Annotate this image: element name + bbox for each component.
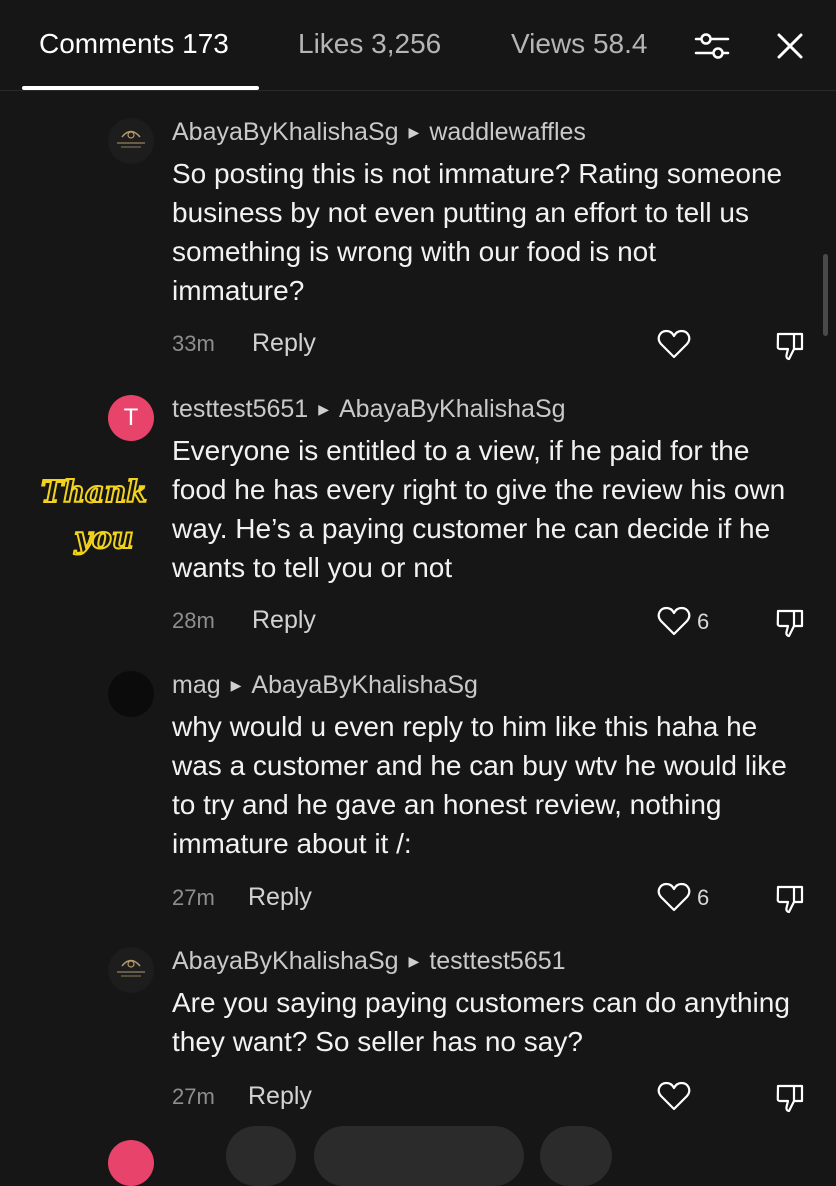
thumbs-down-icon[interactable] <box>774 882 806 914</box>
like-count: 6 <box>697 609 710 634</box>
next-comment-avatar[interactable] <box>108 1140 154 1186</box>
avatar[interactable] <box>108 118 154 164</box>
reply-button[interactable]: Reply <box>248 1082 312 1111</box>
comment-text: So posting this is not immature? Rating … <box>172 158 783 306</box>
reply-button[interactable]: Reply <box>248 883 312 912</box>
comment-text: Are you saying paying customers can do a… <box>172 987 790 1057</box>
comment-header: testtest5651 ▶ AbayaByKhalishaSg <box>172 395 566 424</box>
reply-arrow-icon: ▶ <box>230 677 242 693</box>
comment-time: 33m <box>172 331 215 356</box>
close-icon[interactable] <box>770 26 810 66</box>
sticker-you: you <box>73 521 133 556</box>
thumbs-down-icon[interactable] <box>774 606 806 638</box>
reply-to-user[interactable]: AbayaByKhalishaSg <box>339 395 566 423</box>
comment-text: Everyone is entitled to a view, if he pa… <box>172 435 786 583</box>
sliders-icon[interactable] <box>692 26 732 66</box>
comment-author[interactable]: testtest5651 <box>172 395 308 423</box>
heart-icon[interactable] <box>657 1080 691 1112</box>
comment-header: AbayaByKhalishaSg ▶ waddlewaffles <box>172 118 586 147</box>
reply-arrow-icon: ▶ <box>318 401 329 417</box>
tab-comments[interactable]: Comments 173 <box>39 28 229 60</box>
reply-to-user[interactable]: AbayaByKhalishaSg <box>251 671 478 699</box>
tab-views[interactable]: Views 58.4 <box>511 28 647 60</box>
comment-input[interactable] <box>314 1126 524 1186</box>
heart-icon[interactable] <box>657 605 691 637</box>
comment-author[interactable]: mag <box>172 671 221 699</box>
like-count: 6 <box>697 885 710 910</box>
heart-icon[interactable] <box>657 328 691 360</box>
comment-header: AbayaByKhalishaSg ▶ testtest5651 <box>172 947 566 976</box>
thumbs-down-icon[interactable] <box>774 329 806 361</box>
avatar[interactable]: T <box>108 395 154 441</box>
comment-author[interactable]: AbayaByKhalishaSg <box>172 118 399 146</box>
avatar[interactable] <box>108 947 154 993</box>
comment-time: 27m <box>172 1084 215 1109</box>
reply-arrow-icon: ▶ <box>408 953 420 969</box>
reply-button[interactable]: Reply <box>252 606 316 635</box>
mention-button[interactable] <box>540 1126 612 1186</box>
reply-button[interactable]: Reply <box>252 329 316 358</box>
reply-to-user[interactable]: waddlewaffles <box>429 118 586 146</box>
scrollbar[interactable] <box>823 254 828 336</box>
reply-arrow-icon: ▶ <box>408 124 420 140</box>
heart-icon[interactable] <box>657 881 691 913</box>
comment-time: 28m <box>172 608 215 633</box>
thumbs-down-icon[interactable] <box>774 1081 806 1113</box>
comment-time: 27m <box>172 885 215 910</box>
emoji-button[interactable] <box>226 1126 296 1186</box>
comment-header: mag ▶ AbayaByKhalishaSg <box>172 671 478 700</box>
comment-text: why would u even reply to him like this … <box>172 711 787 859</box>
active-tab-indicator <box>22 86 259 90</box>
sticker-thank: Thank <box>41 475 147 510</box>
tab-likes[interactable]: Likes 3,256 <box>298 28 441 60</box>
comment-author[interactable]: AbayaByKhalishaSg <box>172 947 399 975</box>
avatar[interactable] <box>108 671 154 717</box>
comments-tab-bar: Comments 173 Likes 3,256 Views 58.4 <box>0 0 836 91</box>
thank-you-sticker: Thank you <box>30 466 155 561</box>
reply-to-user[interactable]: testtest5651 <box>429 947 565 975</box>
